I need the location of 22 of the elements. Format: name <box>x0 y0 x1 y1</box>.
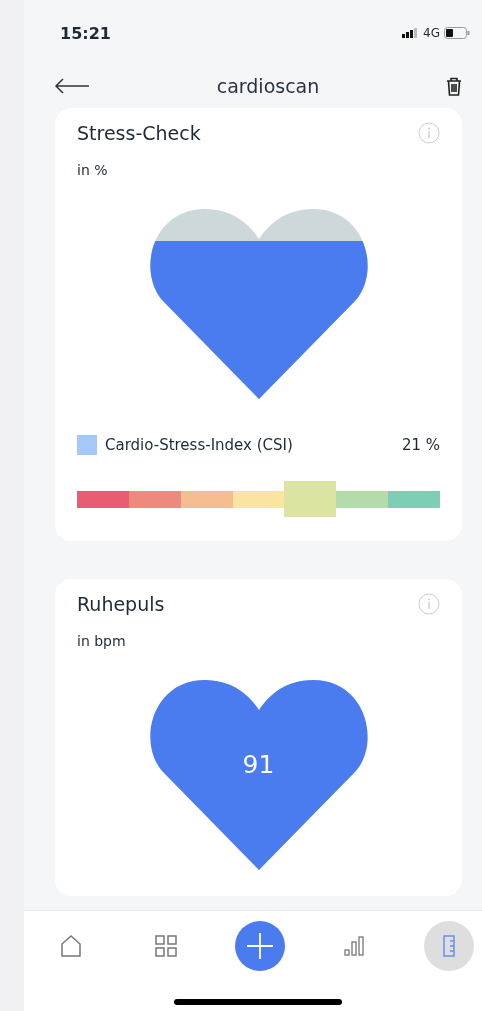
status-time: 15:21 <box>60 23 111 43</box>
grid-icon <box>153 934 178 958</box>
add-button[interactable] <box>235 921 285 971</box>
nav-ruler-button[interactable] <box>424 921 474 971</box>
battery-icon <box>444 27 470 39</box>
info-icon[interactable] <box>418 593 440 615</box>
bar-chart-icon <box>342 934 367 958</box>
network-label: 4G <box>423 26 440 40</box>
unit-label: in bpm <box>77 633 126 649</box>
card-title: Ruhepuls <box>77 593 165 615</box>
back-arrow-icon[interactable] <box>54 78 90 94</box>
pulse-value: 91 <box>242 750 275 779</box>
legend-label: Cardio-Stress-Index (CSI) <box>105 436 294 454</box>
unit-label: in % <box>77 162 108 178</box>
info-icon[interactable] <box>418 122 440 144</box>
signal-icon <box>402 28 420 38</box>
home-icon <box>59 934 83 958</box>
screen-title: cardioscan <box>216 75 320 97</box>
card-title: Stress-Check <box>77 122 201 144</box>
plus-icon <box>246 932 274 960</box>
trash-icon[interactable] <box>446 76 462 96</box>
legend-value: 21 % <box>401 436 440 454</box>
